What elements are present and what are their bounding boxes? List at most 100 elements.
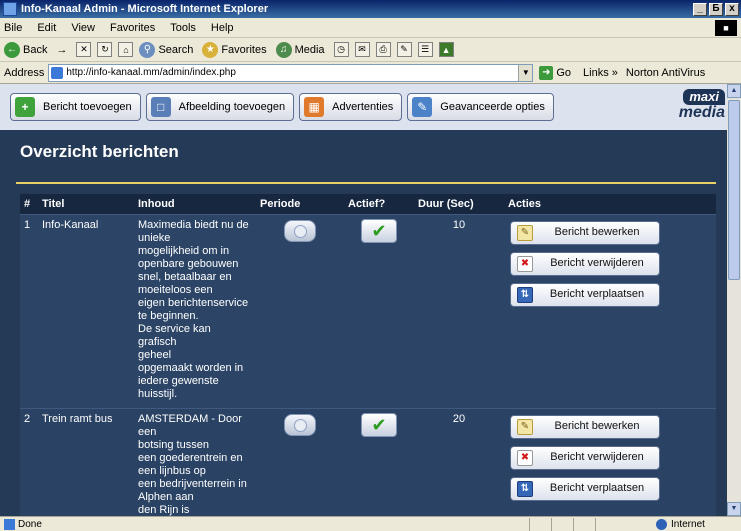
col-header-actions: Acties — [504, 194, 716, 214]
address-label: Address — [4, 66, 45, 79]
period-clock-button[interactable] — [284, 219, 316, 242]
menu-favorites[interactable]: Favorites — [110, 22, 155, 34]
clock-icon — [294, 224, 307, 238]
row-period-cell — [256, 213, 344, 409]
delete-message-label: Bericht verwijderen — [550, 451, 644, 463]
refresh-icon[interactable]: ↻ — [97, 42, 113, 57]
move-message-label: Bericht verplaatsen — [549, 288, 645, 300]
table-row: 1 Info-Kanaal Maximedia biedt nu de unie… — [20, 213, 716, 409]
delete-message-button[interactable]: ✖ Bericht verwijderen — [510, 445, 660, 470]
internet-globe-icon — [656, 518, 667, 530]
menu-edit[interactable]: Edit — [37, 22, 56, 34]
admin-nav-bar: + Bericht toevoegen □ Afbeelding toevoeg… — [0, 84, 727, 130]
row-actions-cell: ✎ Bericht bewerken ✖ Bericht verwijderen… — [504, 213, 716, 409]
back-button[interactable]: ← Back — [4, 41, 47, 58]
col-header-number: # — [20, 194, 38, 214]
delete-icon: ✖ — [517, 449, 533, 466]
links-button[interactable]: Links » — [583, 67, 618, 79]
page-icon — [51, 66, 64, 79]
scroll-thumb[interactable] — [728, 100, 740, 280]
add-icon: + — [15, 97, 35, 117]
move-message-button[interactable]: ⇅ Bericht verplaatsen — [510, 476, 660, 501]
minimize-button[interactable]: _ — [693, 2, 707, 16]
menu-file[interactable]: Bile — [4, 22, 22, 34]
row-title: Info-Kanaal — [38, 213, 134, 409]
edit-message-label: Bericht bewerken — [554, 420, 640, 432]
scroll-down-icon[interactable]: ▼ — [727, 502, 741, 516]
row-duration: 10 — [414, 213, 504, 409]
edit-message-label: Bericht bewerken — [554, 226, 640, 238]
add-message-button[interactable]: + Bericht toevoegen — [10, 93, 141, 121]
edit-message-button[interactable]: ✎ Bericht bewerken — [510, 220, 660, 245]
logo-top-text: maxi — [683, 89, 725, 105]
status-text: Done — [18, 518, 42, 530]
edit-icon: ✎ — [517, 418, 533, 435]
favorites-button[interactable]: ★ Favorites — [202, 41, 267, 58]
forward-arrow-icon: → — [56, 43, 68, 56]
home-icon[interactable]: ⌂ — [118, 42, 134, 57]
row-number: 2 — [20, 407, 38, 516]
row-active-cell: ✔ — [344, 213, 414, 409]
edit-page-icon[interactable]: ✎ — [396, 42, 412, 57]
norton-button[interactable]: Norton AntiVirus — [626, 67, 705, 79]
media-icon: ♫ — [275, 41, 292, 58]
move-icon: ⇅ — [517, 286, 533, 303]
clock-icon — [294, 418, 307, 432]
address-url: http://info-kanaal.mm/admin/index.php — [66, 67, 236, 78]
address-input[interactable]: http://info-kanaal.mm/admin/index.php ▼ — [48, 63, 534, 82]
scroll-up-icon[interactable]: ▲ — [727, 84, 741, 98]
history-icon[interactable]: ◷ — [333, 42, 349, 57]
active-checkmark-button[interactable]: ✔ — [361, 218, 397, 243]
period-clock-button[interactable] — [284, 413, 316, 436]
vertical-scrollbar[interactable]: ▲ ▼ — [727, 84, 741, 516]
delete-message-button[interactable]: ✖ Bericht verwijderen — [510, 251, 660, 276]
move-icon: ⇅ — [517, 480, 533, 497]
status-bar: Done Internet — [0, 516, 741, 531]
col-header-content: Inhoud — [134, 194, 256, 214]
security-zone: Internet — [595, 517, 741, 531]
options-icon: ✎ — [412, 97, 433, 117]
maximize-button[interactable]: Б — [709, 2, 723, 16]
advertisements-button[interactable]: ▦ Advertenties — [299, 93, 403, 121]
move-message-label: Bericht verplaatsen — [549, 482, 645, 494]
discuss-icon[interactable]: ☰ — [417, 42, 433, 57]
back-arrow-icon: ← — [4, 41, 20, 58]
menu-tools[interactable]: Tools — [170, 22, 196, 34]
stop-icon[interactable]: ✕ — [76, 42, 92, 57]
row-active-cell: ✔ — [344, 407, 414, 516]
messages-table: # Titel Inhoud Periode Actief? Duur (Sec… — [20, 194, 716, 516]
menu-help[interactable]: Help — [211, 22, 234, 34]
title-divider — [16, 182, 716, 184]
menu-view[interactable]: View — [71, 22, 95, 34]
row-period-cell — [256, 407, 344, 516]
mail-icon[interactable]: ✉ — [354, 42, 370, 57]
go-button[interactable]: ➜ Go — [539, 65, 571, 80]
go-arrow-icon: ➜ — [539, 65, 554, 80]
active-checkmark-button[interactable]: ✔ — [361, 412, 397, 437]
media-button[interactable]: ♫ Media — [275, 41, 325, 58]
advanced-options-label: Geavanceerde opties — [440, 101, 545, 113]
edit-icon: ✎ — [517, 224, 533, 241]
status-cell — [529, 517, 551, 531]
forward-button[interactable]: → — [56, 44, 67, 56]
move-message-button[interactable]: ⇅ Bericht verplaatsen — [510, 282, 660, 307]
address-bar: Address http://info-kanaal.mm/admin/inde… — [0, 62, 741, 84]
menu-bar: Bile Edit View Favorites Tools Help ■ — [0, 18, 741, 38]
col-header-duration: Duur (Sec) — [414, 194, 504, 214]
advanced-options-button[interactable]: ✎ Geavanceerde opties — [407, 93, 554, 121]
row-content: Maximedia biedt nu de unieke mogelijkhei… — [134, 213, 256, 409]
print-icon[interactable]: ⎙ — [375, 42, 391, 57]
edit-message-button[interactable]: ✎ Bericht bewerken — [510, 414, 660, 439]
status-cell — [573, 517, 595, 531]
windows-logo-icon: ■ — [715, 19, 737, 36]
add-image-button[interactable]: □ Afbeelding toevoegen — [145, 93, 295, 121]
messenger-icon[interactable]: ▲ — [438, 42, 454, 57]
address-dropdown-icon[interactable]: ▼ — [518, 64, 533, 81]
col-header-title: Titel — [38, 194, 134, 214]
favorites-label: Favorites — [221, 43, 267, 56]
add-message-label: Bericht toevoegen — [43, 101, 132, 113]
close-button[interactable]: x — [725, 2, 739, 16]
page-done-icon — [4, 518, 15, 530]
window-titlebar: Info-Kanaal Admin - Microsoft Internet E… — [0, 0, 741, 18]
search-button[interactable]: ⚲ Search — [139, 41, 193, 58]
